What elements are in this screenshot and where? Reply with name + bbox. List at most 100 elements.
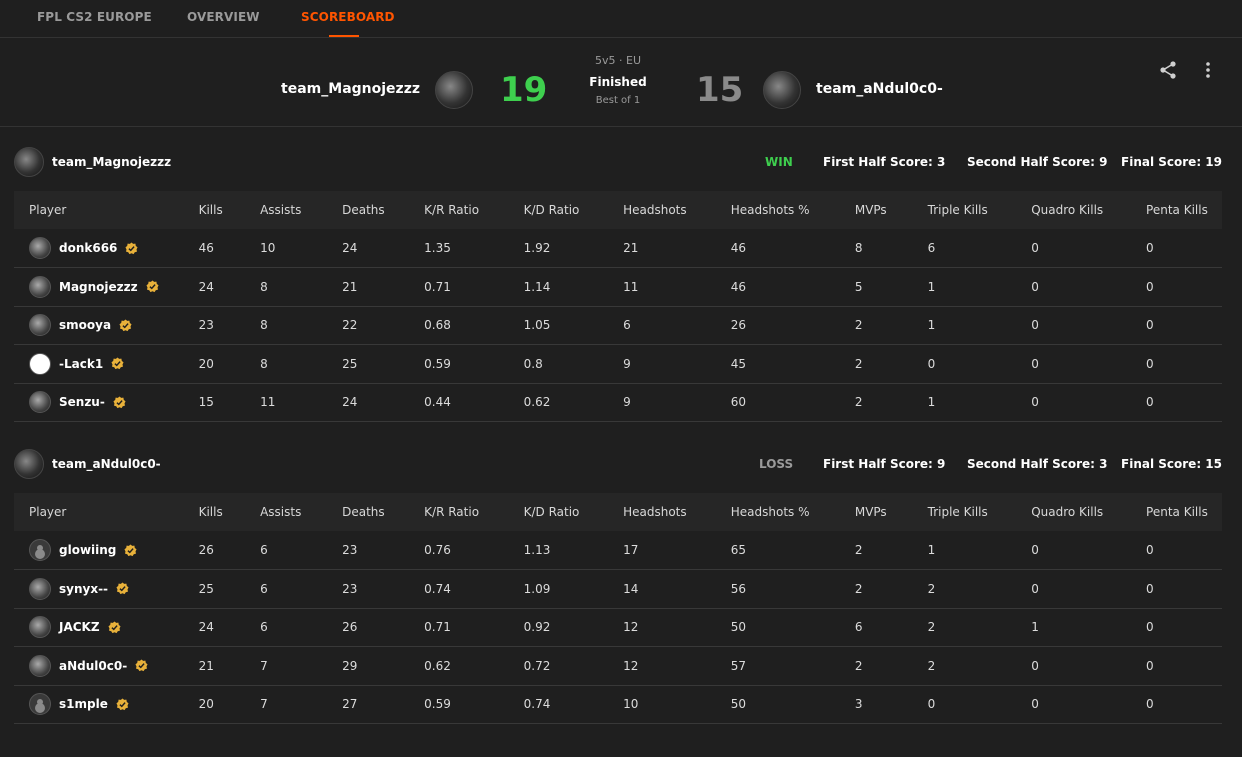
stat-hsp: 45 <box>730 344 855 384</box>
verified-badge-icon <box>108 621 121 633</box>
column-header[interactable]: Penta Kills <box>1146 191 1222 229</box>
stat-kills: 21 <box>198 646 261 686</box>
stat-penta: 0 <box>1146 569 1222 609</box>
stat-hs: 6 <box>623 306 731 345</box>
stat-deaths: 24 <box>342 383 425 422</box>
player-name[interactable]: Senzu- <box>59 395 105 409</box>
stat-penta: 0 <box>1146 383 1222 422</box>
table-header-row: Player Kills Assists Deaths K/R Ratio K/D Rat… <box>14 493 1222 531</box>
verified-badge-icon <box>113 396 126 408</box>
stat-triple: 6 <box>927 229 1032 268</box>
team2-summary-logo[interactable] <box>14 449 44 479</box>
tab-overview[interactable]: OVERVIEW <box>187 10 260 24</box>
stat-quadro: 0 <box>1031 267 1147 307</box>
stat-triple: 2 <box>927 569 1032 609</box>
stat-kr: 0.62 <box>424 646 524 686</box>
avatar[interactable] <box>29 352 51 375</box>
column-header[interactable]: Assists <box>260 191 342 229</box>
table-row: smooya 23 8 22 0.68 1.05 6 26 2 1 0 0 <box>14 306 1222 345</box>
player-name[interactable]: -Lack1 <box>59 357 103 371</box>
team2-stats-table: Player Kills Assists Deaths K/R Ratio K/D Rat… <box>14 493 1222 724</box>
avatar[interactable] <box>29 616 51 639</box>
player-cell: s1mple <box>14 685 199 724</box>
stat-mvps: 2 <box>854 306 928 345</box>
column-header[interactable]: Triple Kills <box>928 493 1032 531</box>
stat-kills: 25 <box>198 569 261 609</box>
table-row: s1mple 20 7 27 0.59 0.74 10 50 3 0 0 0 <box>14 685 1222 724</box>
tab-fpl-cs2-europe[interactable]: FPL CS2 EUROPE <box>37 10 152 24</box>
team2-name[interactable]: team_aNdul0c0- <box>816 81 943 97</box>
player-cell: Senzu- <box>14 383 199 422</box>
player-name[interactable]: glowiing <box>59 543 116 557</box>
player-name[interactable]: JACKZ <box>59 620 100 634</box>
table-row: aNdul0c0- 21 7 29 0.62 0.72 12 57 2 2 0 0 <box>14 646 1222 686</box>
more-vertical-icon[interactable] <box>1197 59 1219 81</box>
column-header[interactable]: K/D Ratio <box>524 191 623 229</box>
column-header[interactable]: Headshots <box>623 191 731 229</box>
stat-quadro: 0 <box>1031 569 1147 609</box>
avatar[interactable] <box>29 275 51 298</box>
stat-assists: 7 <box>260 685 343 724</box>
stat-kd: 0.92 <box>523 608 624 647</box>
stat-triple: 0 <box>927 344 1032 384</box>
column-header[interactable]: Headshots <box>623 493 731 531</box>
top-nav: FPL CS2 EUROPE OVERVIEW SCOREBOARD <box>0 0 1242 38</box>
column-header[interactable]: Triple Kills <box>928 191 1032 229</box>
verified-badge-icon <box>125 241 138 254</box>
team2-final: Final Score: 15 <box>1121 457 1222 471</box>
column-header[interactable]: Quadro Kills <box>1031 191 1146 229</box>
column-header[interactable]: Penta Kills <box>1146 493 1222 531</box>
table-row: Magnojezzz 24 8 21 0.71 1.14 11 46 5 1 0 0 <box>14 267 1222 307</box>
team2-summary-name[interactable]: team_aNdul0c0- <box>52 457 161 471</box>
column-header[interactable]: K/D Ratio <box>524 493 623 531</box>
share-icon[interactable] <box>1157 59 1179 81</box>
team1-summary-name[interactable]: team_Magnojezzz <box>52 155 171 169</box>
player-name[interactable]: smooya <box>59 318 111 332</box>
column-header[interactable]: MVPs <box>855 191 928 229</box>
stat-penta: 0 <box>1146 608 1222 647</box>
stat-hsp: 50 <box>730 608 855 647</box>
column-header[interactable]: Kills <box>199 493 261 531</box>
team1-name[interactable]: team_Magnojezzz <box>281 81 420 97</box>
avatar[interactable] <box>29 314 51 337</box>
column-header[interactable]: Assists <box>260 493 342 531</box>
stat-kr: 0.76 <box>424 531 524 570</box>
team1-logo[interactable] <box>435 71 473 109</box>
avatar[interactable] <box>29 654 51 677</box>
column-header[interactable]: Deaths <box>342 493 424 531</box>
column-header[interactable]: Kills <box>199 191 261 229</box>
player-name[interactable]: synyx-- <box>59 582 108 596</box>
avatar[interactable] <box>29 577 51 600</box>
column-header[interactable]: Headshots % <box>731 493 855 531</box>
team1-summary-logo[interactable] <box>14 147 44 177</box>
verified-badge-icon <box>119 319 132 331</box>
stat-kills: 24 <box>198 608 261 647</box>
team2-logo[interactable] <box>763 71 801 109</box>
column-header[interactable]: Headshots % <box>731 191 855 229</box>
avatar[interactable] <box>29 237 51 259</box>
verified-badge-icon <box>116 698 129 710</box>
player-cell: glowiing <box>14 531 199 570</box>
avatar[interactable] <box>29 693 51 716</box>
column-header[interactable]: Quadro Kills <box>1031 493 1146 531</box>
stat-hsp: 60 <box>730 383 855 422</box>
tab-scoreboard[interactable]: SCOREBOARD <box>301 10 395 24</box>
player-name[interactable]: s1mple <box>59 697 108 711</box>
player-name[interactable]: Magnojezzz <box>59 280 138 294</box>
stat-assists: 8 <box>260 306 343 345</box>
stat-deaths: 27 <box>342 685 425 724</box>
player-name[interactable]: aNdul0c0- <box>59 659 127 673</box>
stat-triple: 1 <box>927 306 1032 345</box>
player-name[interactable]: donk666 <box>59 241 117 255</box>
table-header-row: Player Kills Assists Deaths K/R Ratio K/D Rat… <box>14 191 1222 229</box>
column-header[interactable]: K/R Ratio <box>424 493 523 531</box>
column-header[interactable]: Deaths <box>342 191 424 229</box>
avatar[interactable] <box>29 539 51 561</box>
verified-badge-icon <box>135 659 148 672</box>
column-header[interactable]: K/R Ratio <box>424 191 523 229</box>
team1-first-half: First Half Score: 3 <box>823 155 946 169</box>
avatar[interactable] <box>29 391 51 414</box>
column-header[interactable]: MVPs <box>855 493 928 531</box>
column-header[interactable]: Player <box>14 493 199 531</box>
column-header[interactable]: Player <box>14 191 199 229</box>
